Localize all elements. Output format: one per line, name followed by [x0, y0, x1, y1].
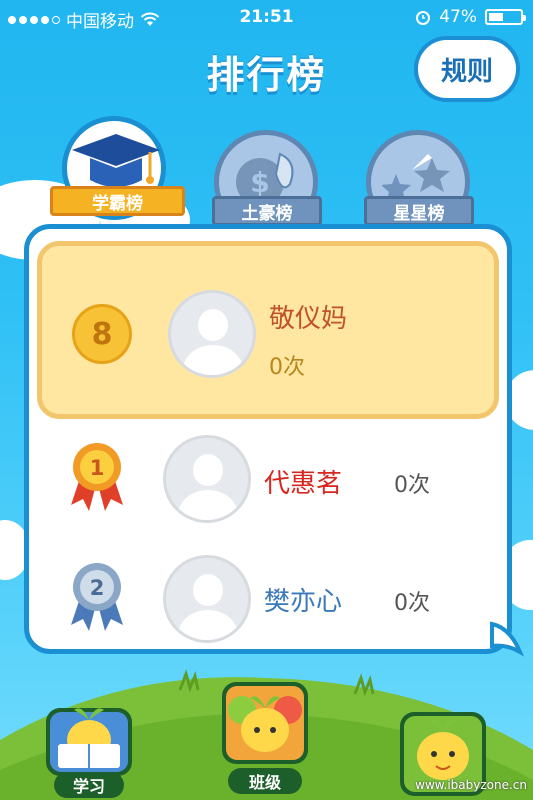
my-name: 敬仪妈	[269, 304, 348, 334]
ranking-card: 8 敬仪妈 0次 1 代惠茗 0次 2 樊亦心 0次	[24, 224, 512, 654]
svg-text:1: 1	[90, 456, 105, 480]
status-bar: 中国移动 21:51 47%	[0, 0, 533, 36]
avatar	[163, 555, 251, 643]
rank-2-name: 樊亦心	[264, 587, 343, 617]
battery-percent: 47%	[439, 7, 477, 27]
my-count: 0次	[269, 355, 305, 380]
battery-group: 47%	[415, 7, 526, 27]
tab-tuhao-label: 土豪榜	[212, 196, 322, 226]
silver-medal-icon: 2	[71, 563, 123, 631]
my-rank-coin: 8	[72, 304, 132, 364]
tab-tuhao[interactable]: $ 土豪榜	[200, 130, 335, 234]
tab-xueba[interactable]: 学霸榜	[50, 116, 185, 231]
rank-row-2[interactable]: 2 樊亦心 0次	[29, 551, 507, 651]
my-rank-row[interactable]: 8 敬仪妈 0次	[37, 241, 499, 419]
nav-study[interactable]: 学习	[44, 700, 134, 800]
fruit-sprout-icon	[222, 682, 308, 764]
watermark: www.ibabyzone.cn	[415, 778, 527, 792]
reading-sprout-icon	[46, 708, 132, 776]
rank-2-count: 0次	[394, 591, 430, 616]
nav-class[interactable]: 班级	[220, 680, 310, 796]
leaderboard-screen: 中国移动 21:51 47% 排行榜 规则 学霸榜 $ 土豪榜 星星榜 8 敬仪…	[0, 0, 533, 800]
tab-xingxing-label: 星星榜	[364, 196, 474, 226]
avatar	[168, 290, 256, 378]
avatar	[163, 435, 251, 523]
graduation-cap-icon	[72, 134, 160, 187]
tab-xueba-label: 学霸榜	[50, 186, 185, 216]
battery-icon	[485, 9, 526, 25]
card-tail-decoration	[490, 621, 524, 657]
tab-xingxing[interactable]: 星星榜	[352, 130, 487, 234]
alarm-icon	[416, 11, 431, 25]
svg-text:2: 2	[90, 576, 105, 600]
svg-text:$: $	[250, 166, 269, 199]
rules-button[interactable]: 规则	[414, 36, 520, 102]
gold-medal-icon: 1	[71, 443, 123, 511]
rank-row-1[interactable]: 1 代惠茗 0次	[29, 431, 507, 531]
nav-study-label: 学习	[54, 772, 124, 798]
rank-1-name: 代惠茗	[264, 469, 343, 499]
rank-1-count: 0次	[394, 473, 430, 498]
nav-class-label: 班级	[228, 768, 302, 794]
